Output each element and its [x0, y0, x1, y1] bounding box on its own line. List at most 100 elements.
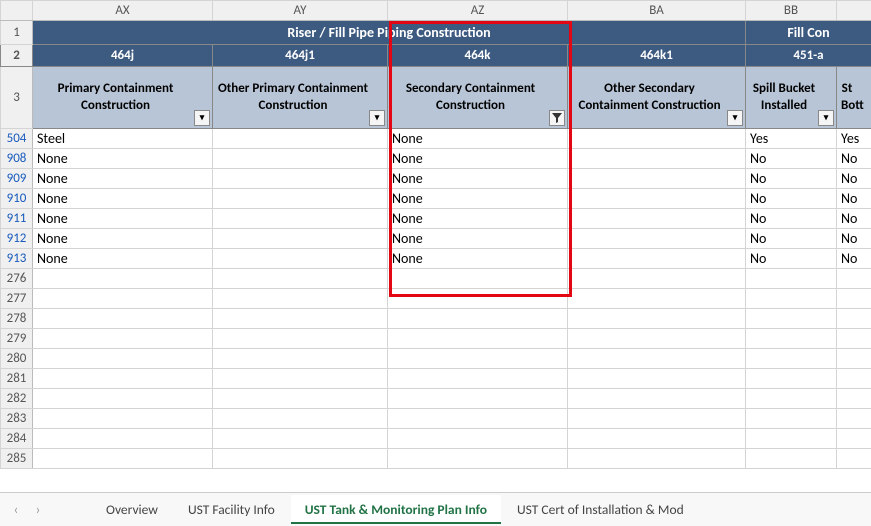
table-row[interactable]: 910NoneNoneNoNo [1, 189, 871, 209]
cell-ay[interactable] [213, 189, 388, 209]
table-row[interactable]: 911NoneNoneNoNo [1, 209, 871, 229]
cell-bc[interactable]: No [837, 149, 871, 169]
row-header[interactable]: 279 [1, 329, 33, 349]
col-header-ba[interactable]: BA [568, 1, 746, 21]
cell-ax[interactable]: Steel [33, 129, 213, 149]
sheet-tab[interactable]: UST Facility Info [174, 495, 289, 524]
tab-nav-prev-icon[interactable]: ‹ [6, 500, 26, 520]
cell-bb[interactable]: No [746, 149, 837, 169]
sheet-tab[interactable]: UST Cert of Installation & Mod [503, 495, 698, 524]
table-row[interactable]: 281 [1, 369, 871, 389]
cell-bb[interactable]: No [746, 209, 837, 229]
cell-ay[interactable] [213, 209, 388, 229]
cell-az[interactable]: None [388, 149, 568, 169]
row-header-1[interactable]: 1 [1, 21, 33, 45]
cell-ay[interactable] [213, 149, 388, 169]
row-header[interactable]: 276 [1, 269, 33, 289]
cell-ax[interactable]: None [33, 169, 213, 189]
row-header[interactable]: 285 [1, 449, 33, 469]
table-row[interactable]: 908NoneNoneNoNo [1, 149, 871, 169]
row-header[interactable]: 912 [1, 229, 33, 249]
cell-ba[interactable] [568, 129, 746, 149]
cell-az[interactable]: None [388, 209, 568, 229]
row-header[interactable]: 909 [1, 169, 33, 189]
table-row[interactable]: 285 [1, 449, 871, 469]
table-row[interactable]: 276 [1, 269, 871, 289]
table-row[interactable]: 912NoneNoneNoNo [1, 229, 871, 249]
col-header-bc[interactable] [837, 1, 871, 21]
row-header-3[interactable]: 3 [1, 67, 33, 129]
row-header[interactable]: 911 [1, 209, 33, 229]
row-header[interactable]: 282 [1, 389, 33, 409]
col-header-az[interactable]: AZ [388, 1, 568, 21]
table-row[interactable]: 282 [1, 389, 871, 409]
table-row[interactable]: 284 [1, 429, 871, 449]
cell-az[interactable]: None [388, 189, 568, 209]
row-header-2[interactable]: 2 [1, 45, 33, 67]
table-row[interactable]: 277 [1, 289, 871, 309]
cell-ax[interactable]: None [33, 189, 213, 209]
row-header[interactable]: 908 [1, 149, 33, 169]
filter-active-icon[interactable] [549, 110, 565, 126]
cell-bc[interactable]: No [837, 169, 871, 189]
cell-bb[interactable]: No [746, 229, 837, 249]
row-header[interactable]: 283 [1, 409, 33, 429]
row-header[interactable]: 913 [1, 249, 33, 269]
cell-ba[interactable] [568, 149, 746, 169]
cell-bc[interactable]: Yes [837, 129, 871, 149]
col-header-ay[interactable]: AY [213, 1, 388, 21]
cell-ba[interactable] [568, 229, 746, 249]
cell-ax[interactable]: None [33, 249, 213, 269]
table-row[interactable]: 913NoneNoneNoNo [1, 249, 871, 269]
row-header[interactable]: 280 [1, 349, 33, 369]
sheet-tab[interactable]: Overview [92, 495, 172, 524]
row-header[interactable]: 278 [1, 309, 33, 329]
filter-dropdown-icon[interactable]: ▾ [369, 110, 385, 126]
cell-ba[interactable] [568, 169, 746, 189]
cell-bc[interactable]: No [837, 209, 871, 229]
col-header-bb[interactable]: BB [746, 1, 837, 21]
table-row[interactable]: 280 [1, 349, 871, 369]
cell-ba[interactable] [568, 209, 746, 229]
cell-ba[interactable] [568, 189, 746, 209]
cell-ba[interactable] [568, 249, 746, 269]
table-row[interactable]: 283 [1, 409, 871, 429]
cell-ay[interactable] [213, 249, 388, 269]
cell-az[interactable]: None [388, 129, 568, 149]
tab-nav-next-icon[interactable]: › [28, 500, 48, 520]
cell-ax[interactable]: None [33, 149, 213, 169]
table-row[interactable]: 504Steel None YesYes [1, 129, 871, 149]
corner-cell[interactable] [1, 1, 33, 21]
row-header[interactable]: 281 [1, 369, 33, 389]
filter-dropdown-icon[interactable]: ▾ [727, 110, 743, 126]
cell-ay[interactable] [213, 169, 388, 189]
cell-ax[interactable]: None [33, 229, 213, 249]
cell-bb[interactable]: No [746, 169, 837, 189]
cell-az[interactable]: None [388, 249, 568, 269]
section-title-fill: Fill Con [746, 21, 871, 45]
cell-az[interactable]: None [388, 229, 568, 249]
cell-ay[interactable] [213, 129, 388, 149]
cell-bc[interactable]: No [837, 229, 871, 249]
sheet-tab[interactable]: UST Tank & Monitoring Plan Info [291, 495, 501, 524]
row-header[interactable]: 277 [1, 289, 33, 309]
cell-ax[interactable]: None [33, 209, 213, 229]
spreadsheet-table[interactable]: AX AY AZ BA BB 1 Riser / Fill Pipe Pipin… [0, 0, 871, 469]
cell-ay[interactable] [213, 229, 388, 249]
cell-bc[interactable]: No [837, 189, 871, 209]
table-row[interactable]: 279 [1, 329, 871, 349]
cell-bb[interactable]: No [746, 249, 837, 269]
cell-bc[interactable]: No [837, 249, 871, 269]
table-row[interactable]: 278 [1, 309, 871, 329]
filter-dropdown-icon[interactable]: ▾ [818, 110, 834, 126]
merged-title-row: 1 Riser / Fill Pipe Piping Construction … [1, 21, 871, 45]
row-header[interactable]: 284 [1, 429, 33, 449]
col-header-ax[interactable]: AX [33, 1, 213, 21]
filter-dropdown-icon[interactable]: ▾ [194, 110, 210, 126]
row-header[interactable]: 910 [1, 189, 33, 209]
cell-az[interactable]: None [388, 169, 568, 189]
cell-bb[interactable]: Yes [746, 129, 837, 149]
table-row[interactable]: 909NoneNoneNoNo [1, 169, 871, 189]
cell-bb[interactable]: No [746, 189, 837, 209]
row-header[interactable]: 504 [1, 129, 33, 149]
